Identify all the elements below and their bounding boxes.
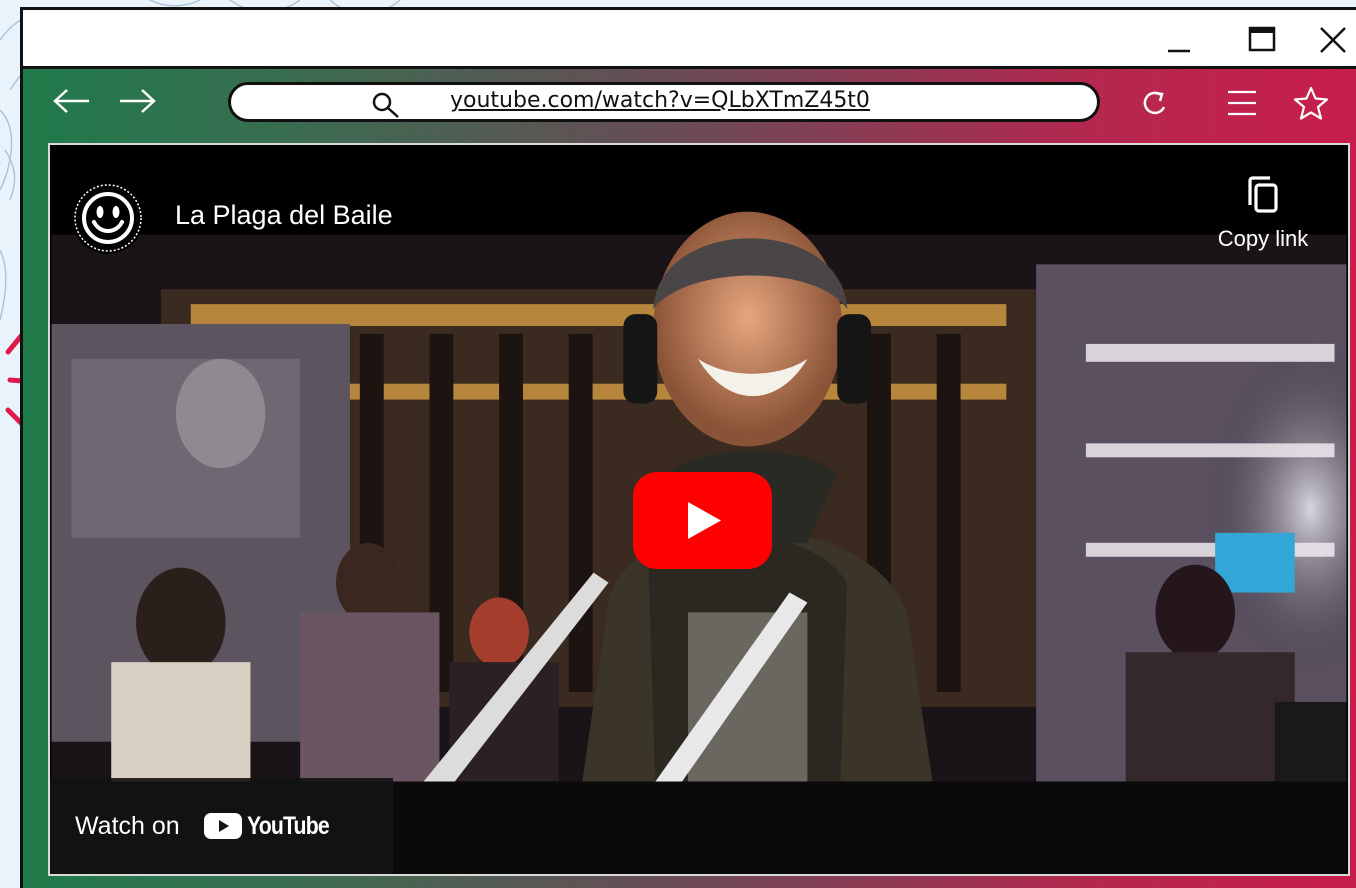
hamburger-icon [1228, 90, 1256, 116]
youtube-logo-icon [203, 813, 242, 839]
browser-window: youtube.com/watch?v=QLbXTmZ45t0 La Plaga… [20, 7, 1356, 888]
smiley-icon [74, 184, 142, 252]
copy-link-button[interactable]: Copy link [1198, 175, 1328, 265]
arrow-left-icon [53, 89, 89, 113]
address-bar[interactable]: youtube.com/watch?v=QLbXTmZ45t0 [228, 82, 1100, 122]
channel-avatar[interactable] [72, 182, 144, 254]
maximize-icon [1248, 26, 1276, 52]
back-button[interactable] [49, 81, 93, 121]
page-background: youtube.com/watch?v=QLbXTmZ45t0 La Plaga… [0, 0, 1356, 888]
video-player[interactable]: La Plaga del Baile Copy link Watch on Yo… [48, 143, 1350, 876]
reload-icon [1143, 91, 1166, 115]
arrow-right-icon [120, 89, 156, 113]
browser-toolbar: youtube.com/watch?v=QLbXTmZ45t0 [23, 69, 1356, 139]
maximize-button[interactable] [1244, 22, 1280, 58]
forward-button[interactable] [116, 81, 160, 121]
search-icon [372, 92, 399, 118]
close-button[interactable] [1315, 22, 1351, 58]
star-icon [1293, 86, 1329, 120]
copy-link-label: Copy link [1217, 226, 1309, 251]
minimize-icon [1168, 49, 1190, 53]
reload-button[interactable] [1135, 83, 1175, 123]
close-icon [1320, 27, 1346, 53]
url-text[interactable]: youtube.com/watch?v=QLbXTmZ45t0 [450, 88, 870, 113]
menu-button[interactable] [1222, 83, 1262, 123]
copy-icon [1248, 176, 1278, 213]
bookmark-button[interactable] [1291, 83, 1331, 123]
youtube-play-icon [633, 472, 772, 569]
watch-on-youtube-link[interactable]: Watch on YouTube [50, 778, 393, 874]
title-bar [23, 10, 1356, 69]
minimize-button[interactable] [1161, 22, 1197, 58]
play-button[interactable] [633, 472, 772, 569]
watch-on-label: Watch on [75, 811, 180, 840]
video-title[interactable]: La Plaga del Baile [175, 200, 393, 231]
youtube-logo: YouTube [203, 811, 343, 841]
youtube-wordmark: YouTube [246, 811, 330, 840]
